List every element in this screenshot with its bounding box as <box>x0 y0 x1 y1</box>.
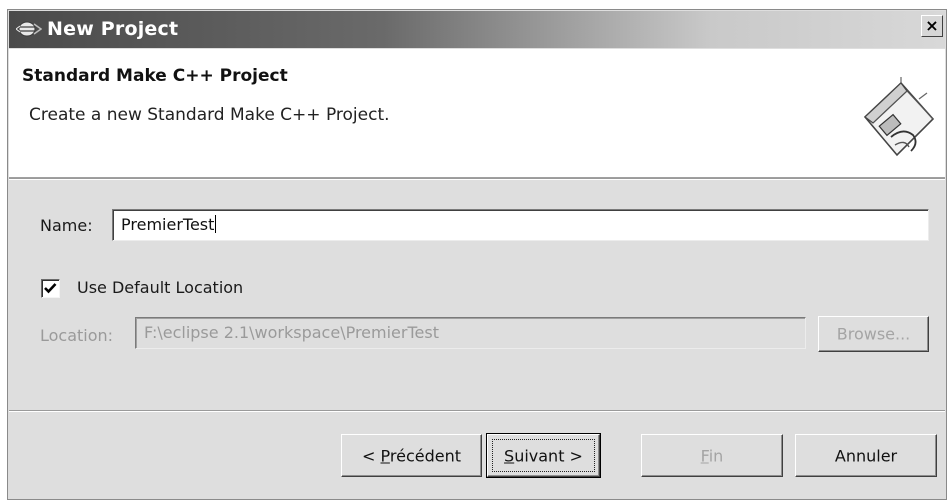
browse-button-label: Browse... <box>836 324 911 344</box>
new-project-dialog: New Project × Standard Make C++ Project … <box>7 9 947 500</box>
cancel-button[interactable]: Annuler <box>795 434 937 477</box>
project-name-value: PremierTest <box>121 215 215 234</box>
window-title: New Project <box>47 18 179 40</box>
back-mnemonic: P <box>380 446 390 465</box>
use-default-location-checkbox[interactable] <box>41 279 60 298</box>
browse-button[interactable]: Browse... <box>818 316 929 352</box>
new-project-wizard-icon <box>863 77 935 157</box>
title-bar[interactable]: New Project × <box>9 11 945 48</box>
project-name-input[interactable]: PremierTest <box>112 209 929 241</box>
next-button[interactable]: Suivant > <box>486 433 601 478</box>
cancel-button-label: Annuler <box>834 446 898 465</box>
eclipse-icon <box>16 21 42 37</box>
wizard-header: Standard Make C++ Project Create a new S… <box>9 49 945 178</box>
back-label: récédent <box>389 446 461 465</box>
page-title: Standard Make C++ Project <box>22 66 288 86</box>
checkmark-icon <box>44 283 57 294</box>
text-caret <box>215 215 217 233</box>
location-input[interactable]: F:\eclipse 2.1\workspace\PremierTest <box>135 317 806 349</box>
use-default-location-label[interactable]: Use Default Location <box>77 278 243 297</box>
footer-separator <box>9 410 945 412</box>
header-separator <box>9 178 945 180</box>
finish-mnemonic: F <box>700 446 709 465</box>
back-prefix: < <box>362 446 381 465</box>
focus-indicator <box>492 439 595 472</box>
back-button[interactable]: < Précédent <box>341 434 482 477</box>
close-button[interactable]: × <box>921 15 943 37</box>
finish-button[interactable]: Fin <box>641 434 783 477</box>
location-label: Location: <box>40 326 114 345</box>
location-value: F:\eclipse 2.1\workspace\PremierTest <box>144 323 439 342</box>
finish-label: in <box>708 446 724 465</box>
name-label: Name: <box>40 216 93 235</box>
close-icon: × <box>925 16 939 35</box>
page-description: Create a new Standard Make C++ Project. <box>29 105 390 125</box>
